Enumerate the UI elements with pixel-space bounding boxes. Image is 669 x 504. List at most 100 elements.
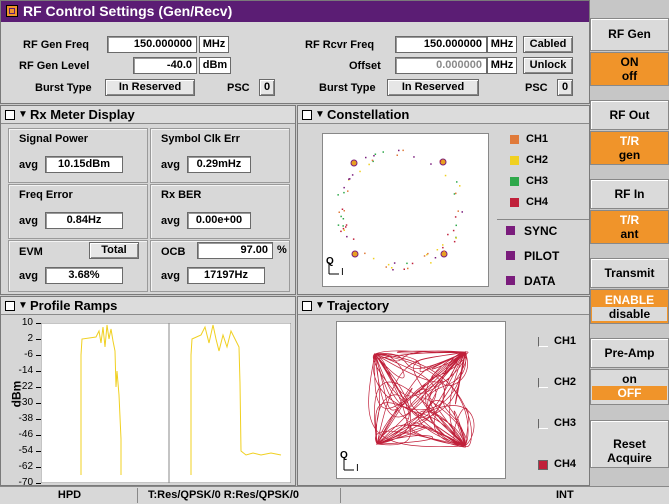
constellation-dot bbox=[385, 266, 387, 268]
rf-gen-freq-field[interactable]: 150.000000 bbox=[107, 36, 197, 53]
rf-gen-freq-unit[interactable]: MHz bbox=[199, 36, 229, 53]
evm-mode-button[interactable]: Total bbox=[89, 242, 139, 259]
trajectory-checkbox-ch2[interactable] bbox=[538, 378, 548, 388]
type-swatch-sync[interactable] bbox=[506, 226, 515, 235]
unlock-button[interactable]: Unlock bbox=[523, 57, 573, 74]
trajectory-svg bbox=[343, 350, 475, 471]
ocb-value: 17197Hz bbox=[187, 267, 265, 284]
trajectory-panel: ▼ Trajectory Q I CH1 CH2 CH3 CH4 bbox=[297, 296, 590, 486]
constellation-dot bbox=[359, 170, 361, 173]
ramp-tick-label: -22 bbox=[18, 381, 33, 392]
rf-gen-level-unit[interactable]: dBm bbox=[199, 57, 231, 74]
evm-avg-label: avg bbox=[19, 270, 38, 282]
constellation-dot bbox=[382, 151, 384, 153]
constellation-dot bbox=[396, 154, 398, 156]
burst-type-select-rx[interactable]: In Reserved bbox=[387, 79, 479, 96]
burst-type-select[interactable]: In Reserved bbox=[105, 79, 195, 96]
constellation-dot bbox=[337, 194, 339, 196]
rf-in-toggle[interactable]: T/R ant bbox=[590, 210, 669, 244]
status-mode: HPD bbox=[57, 489, 82, 501]
constellation-dot bbox=[411, 262, 414, 265]
rf-out-button[interactable]: RF Out bbox=[590, 100, 669, 130]
psc-field-rx[interactable]: 0 bbox=[557, 79, 573, 96]
constellation-dot bbox=[343, 191, 345, 194]
constellation-dot bbox=[364, 252, 366, 255]
type-swatch-data[interactable] bbox=[506, 276, 515, 285]
rf-gen-level-field[interactable]: -40.0 bbox=[133, 57, 197, 74]
ocb-percent-field[interactable]: 97.00 bbox=[197, 242, 273, 259]
constellation-dot bbox=[423, 255, 426, 257]
legend-swatch-ch1[interactable] bbox=[510, 135, 519, 144]
psc-field[interactable]: 0 bbox=[259, 79, 275, 96]
preamp-button[interactable]: Pre-Amp bbox=[590, 338, 669, 368]
status-mode-cell: HPD bbox=[2, 488, 138, 503]
legend-label-ch2: CH2 bbox=[526, 154, 549, 166]
checkbox-icon[interactable] bbox=[302, 301, 312, 311]
offset-label: Offset bbox=[349, 60, 381, 72]
reset-label: Reset bbox=[613, 437, 646, 451]
constellation-cluster bbox=[439, 158, 447, 166]
transmit-button[interactable]: Transmit bbox=[590, 258, 669, 288]
rf-rcvr-freq-unit[interactable]: MHz bbox=[487, 36, 517, 53]
rf-rcvr-freq-label: RF Rcvr Freq bbox=[305, 39, 375, 51]
legend-swatch-ch4[interactable] bbox=[510, 198, 519, 207]
constellation-axis-i: I bbox=[341, 267, 344, 278]
freq-error-avg-label: avg bbox=[19, 215, 38, 227]
preamp-toggle[interactable]: on OFF bbox=[590, 369, 669, 405]
constellation-dot bbox=[455, 192, 457, 195]
constellation-legend-divider bbox=[497, 219, 589, 220]
offset-unit[interactable]: MHz bbox=[487, 57, 517, 74]
trajectory-checkbox-ch1[interactable] bbox=[538, 337, 548, 347]
constellation-dot bbox=[387, 263, 390, 266]
legend-swatch-ch2[interactable] bbox=[510, 156, 519, 165]
type-swatch-pilot[interactable] bbox=[506, 251, 515, 260]
constellation-dot bbox=[455, 224, 457, 227]
constellation-dot bbox=[456, 181, 458, 183]
constellation-dot bbox=[371, 159, 374, 162]
rf-out-toggle[interactable]: T/R gen bbox=[590, 131, 669, 165]
rf-gen-button[interactable]: RF Gen bbox=[590, 18, 669, 51]
transmit-enable: ENABLE bbox=[604, 293, 655, 307]
acquire-label: Acquire bbox=[607, 451, 652, 465]
psc-label-rx: PSC bbox=[525, 82, 548, 94]
cabled-button[interactable]: Cabled bbox=[523, 36, 573, 53]
offset-field[interactable]: 0.000000 bbox=[395, 57, 487, 74]
constellation-plot: Q I bbox=[322, 133, 489, 287]
dropdown-arrow-icon[interactable]: ▼ bbox=[18, 106, 28, 124]
legend-swatch-ch3[interactable] bbox=[510, 177, 519, 186]
rf-in-button[interactable]: RF In bbox=[590, 179, 669, 209]
constellation-dot bbox=[391, 267, 393, 269]
rf-gen-toggle[interactable]: ON off bbox=[590, 52, 669, 86]
constellation-dot bbox=[392, 269, 394, 271]
transmit-toggle[interactable]: ENABLE disable bbox=[590, 289, 669, 324]
trajectory-checkbox-ch3[interactable] bbox=[538, 419, 548, 429]
checkbox-icon[interactable] bbox=[302, 110, 312, 120]
signal-power-avg-label: avg bbox=[19, 159, 38, 171]
constellation-dot bbox=[347, 190, 349, 192]
checkbox-icon[interactable] bbox=[5, 110, 15, 120]
dropdown-arrow-icon[interactable]: ▼ bbox=[315, 297, 325, 315]
dropdown-arrow-icon[interactable]: ▼ bbox=[315, 106, 325, 124]
dropdown-arrow-icon[interactable]: ▼ bbox=[18, 297, 28, 315]
constellation-dot bbox=[348, 178, 350, 180]
legend-label-ch3: CH3 bbox=[526, 175, 549, 187]
rf-out-gen: gen bbox=[618, 148, 641, 162]
type-label-sync: SYNC bbox=[524, 224, 558, 238]
rf-rcvr-freq-field[interactable]: 150.000000 bbox=[395, 36, 487, 53]
ramp-tick-label: -62 bbox=[18, 461, 33, 472]
constellation-dot bbox=[461, 211, 463, 213]
freq-error-label: Freq Error bbox=[19, 189, 73, 201]
constellation-dot bbox=[442, 246, 444, 249]
checkbox-icon[interactable] bbox=[5, 301, 15, 311]
constellation-dot bbox=[436, 249, 439, 251]
constellation-dot bbox=[343, 210, 345, 212]
trajectory-label-ch1: CH1 bbox=[554, 335, 577, 347]
constellation-dot bbox=[430, 163, 432, 165]
reset-acquire-button[interactable]: Reset Acquire bbox=[590, 420, 669, 468]
constellation-dot bbox=[403, 268, 405, 270]
trajectory-checkbox-ch4[interactable] bbox=[538, 460, 548, 470]
checkbox-icon[interactable] bbox=[6, 5, 18, 17]
constellation-dot bbox=[457, 210, 459, 212]
rx-meter-panel: ▼ Rx Meter Display Signal Power avg 10.1… bbox=[0, 105, 296, 295]
ramp-tick-label: -54 bbox=[18, 445, 33, 456]
